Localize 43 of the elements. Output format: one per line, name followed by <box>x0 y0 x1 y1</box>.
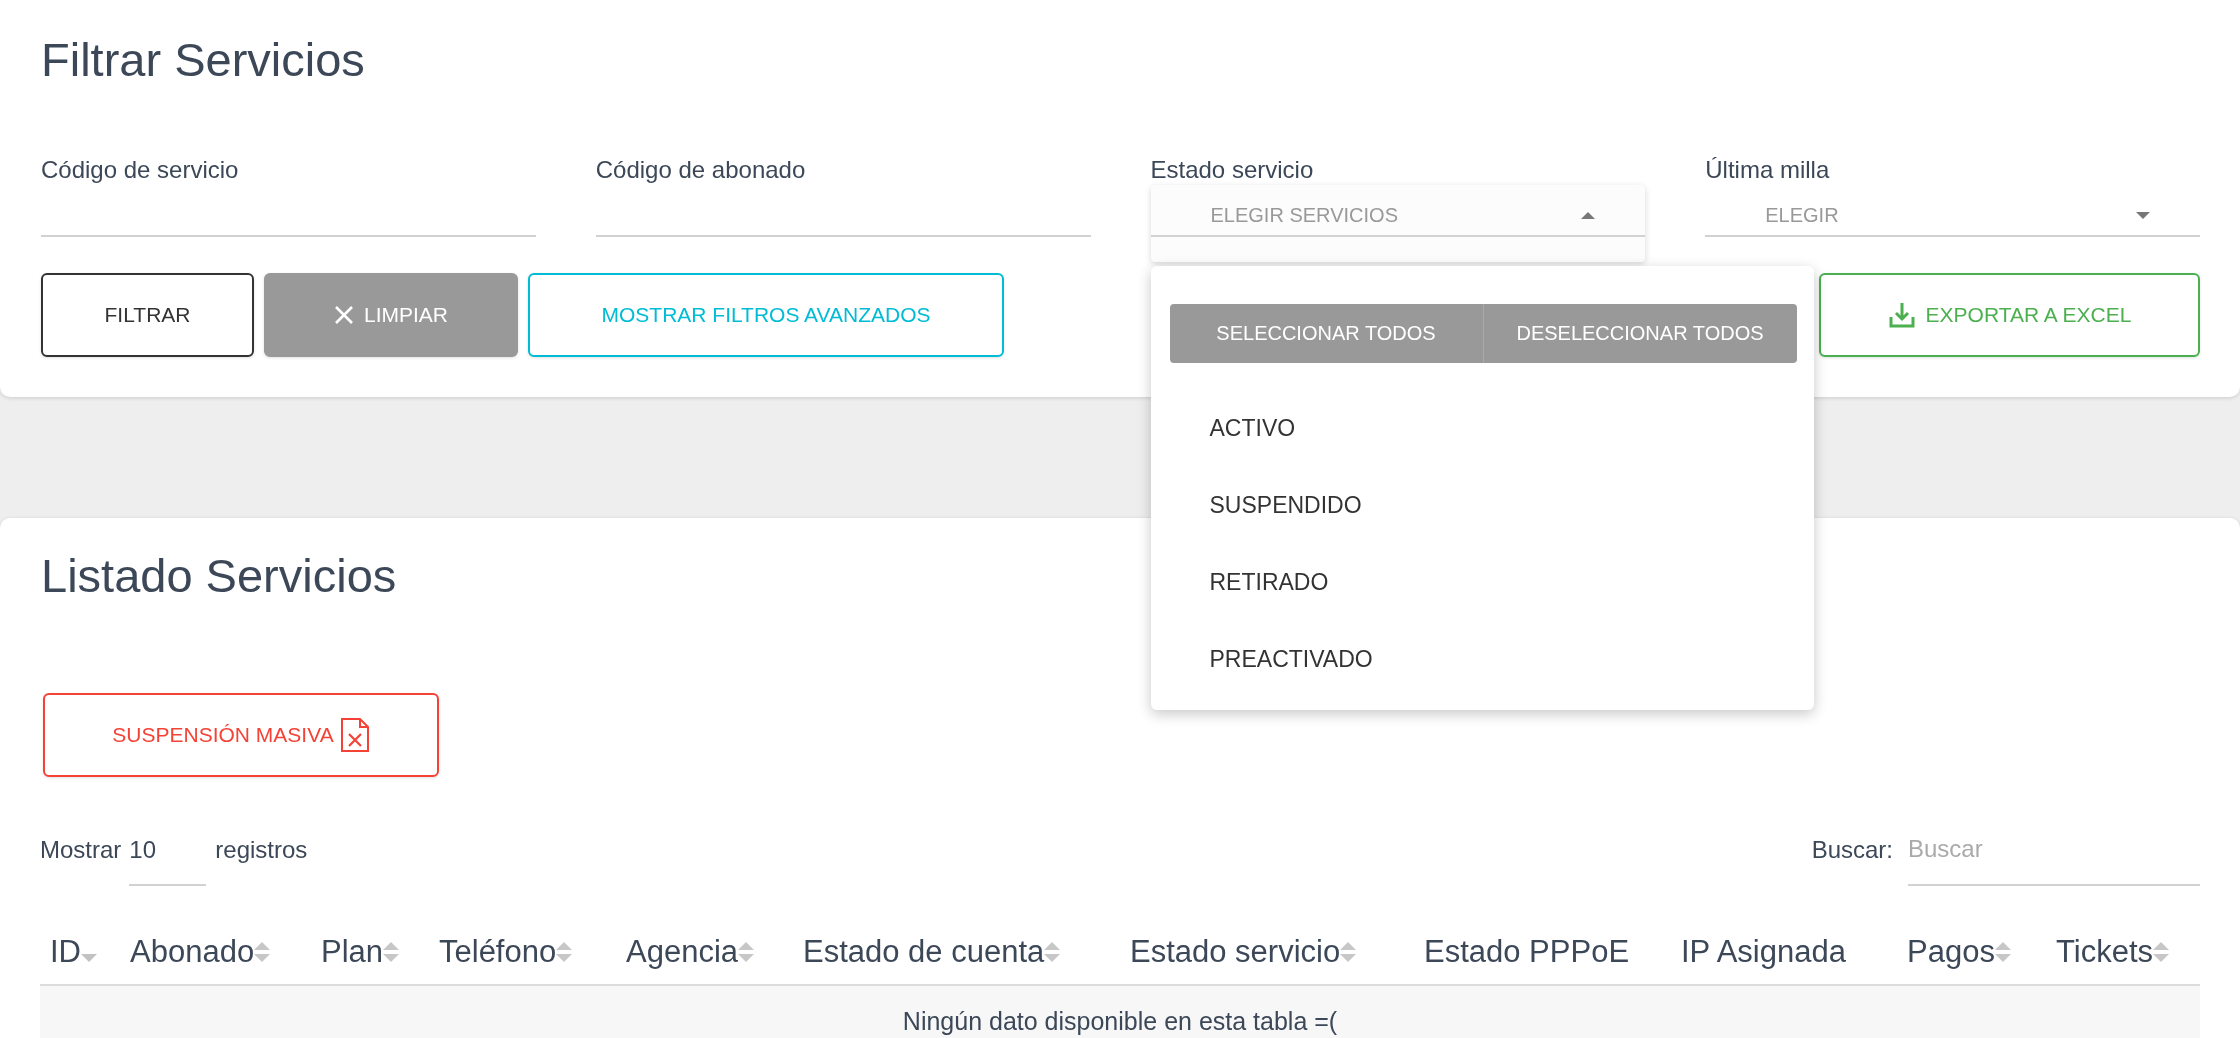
page-size-label: registros <box>215 835 308 865</box>
field-label: Código de servicio <box>41 155 239 185</box>
column-header[interactable]: Estado servicio <box>1120 920 1414 984</box>
column-header[interactable]: Pagos <box>1897 920 2046 984</box>
download-icon <box>1887 301 1916 329</box>
caret-down-icon <box>2136 211 2150 219</box>
sort-icon <box>2153 942 2170 962</box>
column-header[interactable]: Tickets <box>2046 920 2200 984</box>
column-header[interactable]: Teléfono <box>429 920 616 984</box>
sort-icon <box>254 942 271 962</box>
search-field[interactable]: Buscar <box>1908 828 2200 886</box>
column-header[interactable]: ID <box>40 920 120 984</box>
bulk-suspension-button[interactable]: SUSPENSIÓN MASIVA <box>43 693 439 777</box>
sort-icon <box>556 942 573 962</box>
field-label: Código de abonado <box>595 155 806 185</box>
sort-icon <box>1044 942 1061 962</box>
column-header[interactable]: Plan <box>311 920 429 984</box>
filter-button[interactable]: FILTRAR <box>41 273 254 357</box>
column-header[interactable]: Abonado <box>120 920 311 984</box>
search-label: Buscar: <box>1811 835 1893 865</box>
menu-option[interactable]: ACTIVO <box>1150 390 1814 467</box>
empty-table-message: Ningún dato disponible en esta tabla =( <box>40 986 2200 1038</box>
sort-icon <box>1340 942 1357 962</box>
file-x-icon <box>339 717 370 753</box>
column-header: Estado PPPoE <box>1423 933 1631 971</box>
menu-option[interactable]: SUSPENDIDO <box>1150 467 1814 544</box>
column-header[interactable]: Agencia <box>616 920 793 984</box>
column-header[interactable]: Estado de cuenta <box>793 920 1120 984</box>
caret-down-icon <box>81 954 97 962</box>
menu-option[interactable]: PREACTIVADO <box>1150 621 1814 698</box>
menu-option[interactable]: RETIRADO <box>1150 544 1814 621</box>
caret-up-icon <box>1581 211 1596 219</box>
field-label: Última milla <box>1705 155 1830 185</box>
sort-icon <box>1994 942 2011 962</box>
sort-icon <box>738 942 755 962</box>
column-header: IP Asignada <box>1680 933 1847 971</box>
field-label: Estado servicio <box>1150 155 1314 185</box>
x-icon <box>334 305 354 325</box>
sort-icon <box>383 942 400 962</box>
panel-title: Filtrar Servicios <box>41 32 365 88</box>
page-size-label: Mostrar <box>40 835 122 865</box>
panel-title: Listado Servicios <box>41 548 397 604</box>
page-size-select[interactable]: 10 <box>129 828 207 886</box>
